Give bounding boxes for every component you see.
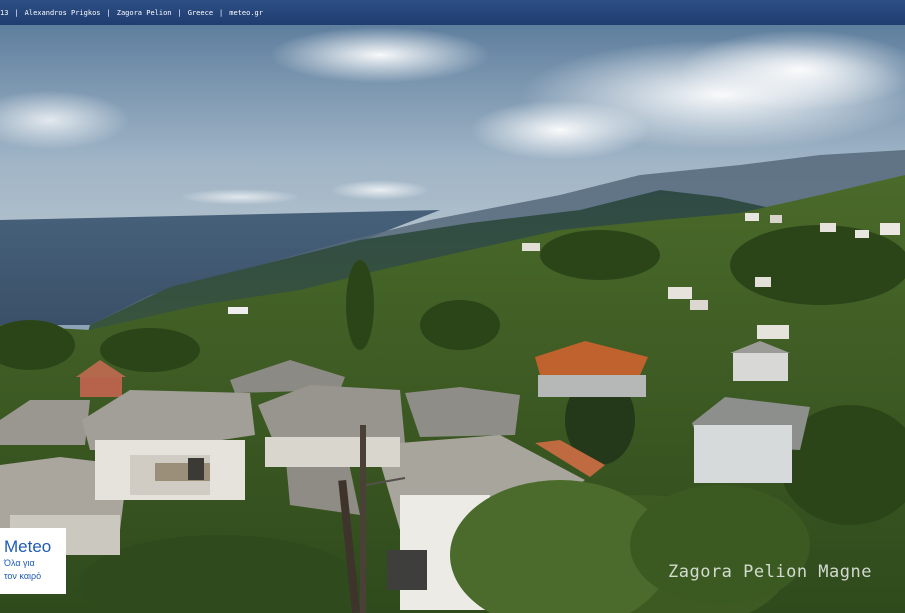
location-watermark: Zagora Pelion Magne bbox=[668, 562, 872, 582]
info-item-number: 13 bbox=[0, 8, 9, 17]
brand-tagline-line2: τον καιρό bbox=[4, 571, 42, 581]
camera-info-bar: 13 | Alexandros Prigkos | Zagora Pelion … bbox=[0, 0, 905, 25]
meteo-logo-badge: Meteo Όλα για τον καιρό bbox=[0, 528, 66, 594]
webcam-landscape-image bbox=[0, 25, 905, 613]
info-item-location: Zagora Pelion bbox=[116, 8, 172, 17]
brand-name: Meteo bbox=[4, 537, 52, 556]
info-item-photographer: Alexandros Prigkos bbox=[24, 8, 101, 17]
brand-tagline-line1: Όλα για bbox=[4, 558, 35, 568]
info-item-country: Greece bbox=[187, 8, 214, 17]
info-item-site: meteo.gr bbox=[229, 8, 263, 17]
